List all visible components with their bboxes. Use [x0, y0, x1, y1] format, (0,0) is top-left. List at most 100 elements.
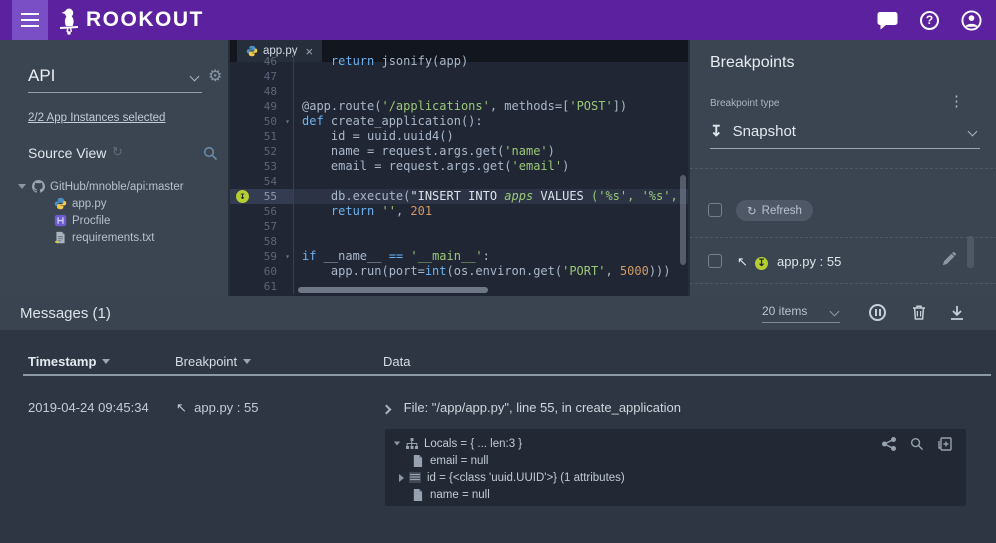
locals-var-label: name = null — [430, 489, 490, 501]
brand-name: ROOKOUT — [86, 8, 204, 32]
chat-icon[interactable] — [877, 11, 898, 30]
tree-file-app-py[interactable]: app.py — [0, 195, 230, 212]
gutter-cell[interactable]: 47 — [230, 69, 294, 84]
line-number[interactable]: 57 — [264, 220, 277, 233]
chevron-down-icon — [190, 72, 200, 82]
code-text: email = request.args.get('email') — [294, 159, 569, 174]
locals-root-row[interactable]: Locals = { ... len:3 } — [385, 435, 966, 452]
messages-table: Timestamp Breakpoint Data 2019-04-24 09:… — [0, 330, 996, 543]
vertical-scrollbar[interactable] — [680, 175, 686, 265]
horizontal-scrollbar[interactable] — [298, 287, 488, 293]
items-per-page-dropdown[interactable]: 20 items — [762, 304, 840, 323]
refresh-icon[interactable]: ↻ — [112, 144, 123, 160]
line-number[interactable]: 50 — [264, 115, 277, 128]
code-editor: app.py × 46 return jsonify(app)474849@ap… — [230, 40, 688, 296]
code-lines: 46 return jsonify(app)474849@app.route('… — [230, 54, 688, 296]
line-number[interactable]: 51 — [264, 130, 277, 143]
trash-icon[interactable] — [911, 304, 927, 321]
line-number[interactable]: 54 — [264, 175, 277, 188]
line-number[interactable]: 61 — [264, 280, 277, 293]
user-account-icon[interactable] — [961, 10, 982, 31]
gutter-cell[interactable]: 58 — [230, 234, 294, 249]
fold-caret-icon[interactable]: ▾ — [285, 114, 290, 129]
chevron-right-icon[interactable] — [399, 474, 404, 482]
line-number[interactable]: 49 — [264, 100, 277, 113]
gutter-cell[interactable]: 48 — [230, 84, 294, 99]
select-all-checkbox[interactable] — [708, 203, 722, 217]
gutter-cell[interactable]: 57 — [230, 219, 294, 234]
gutter-cell[interactable]: 46 — [230, 54, 294, 69]
tree-file-requirements[interactable]: requirements.txt — [0, 229, 230, 246]
breakpoint-checkbox[interactable] — [708, 254, 722, 268]
gutter-cell[interactable]: 49 — [230, 99, 294, 114]
line-number[interactable]: 48 — [264, 85, 277, 98]
top-bar: ROOKOUT ? — [0, 0, 996, 40]
gutter-cell[interactable]: 50 ▾ — [230, 114, 294, 129]
column-header-breakpoint[interactable]: Breakpoint — [175, 354, 251, 369]
line-number[interactable]: 53 — [264, 160, 277, 173]
app-select-dropdown[interactable]: API — [28, 66, 202, 93]
gutter-cell[interactable]: 51 — [230, 129, 294, 144]
panel-scrollbar[interactable] — [967, 236, 974, 268]
python-file-icon — [54, 197, 67, 210]
code-text — [294, 174, 302, 189]
fold-caret-icon[interactable]: ▾ — [285, 249, 290, 264]
breakpoint-type-dropdown[interactable]: ↧ Snapshot — [710, 122, 980, 149]
line-number[interactable]: 47 — [264, 70, 277, 83]
edit-pencil-icon[interactable] — [941, 252, 956, 267]
pause-icon[interactable] — [869, 304, 886, 321]
gutter-cell[interactable]: 60 — [230, 264, 294, 279]
gutter-cell[interactable]: 54 — [230, 174, 294, 189]
breakpoint-type-label: Breakpoint type — [710, 98, 780, 109]
gutter-cell[interactable]: 53 — [230, 159, 294, 174]
line-number[interactable]: 60 — [264, 265, 277, 278]
code-line: 46 return jsonify(app) — [230, 54, 688, 69]
chevron-right-icon[interactable] — [382, 405, 392, 415]
github-icon — [32, 180, 45, 193]
locals-var-row[interactable]: email = null — [385, 452, 966, 469]
tree-node-repo[interactable]: GitHub/mnoble/api:master — [0, 178, 230, 195]
gutter-cell[interactable]: 56 — [230, 204, 294, 219]
breakpoint-entry[interactable]: app.py : 55 — [777, 254, 841, 269]
chevron-down-icon[interactable] — [394, 442, 400, 446]
file-label: Procfile — [72, 215, 110, 227]
rookout-logo: ROOKOUT — [58, 0, 204, 40]
gutter-cell[interactable]: 59 ▾ — [230, 249, 294, 264]
tree-file-procfile[interactable]: Procfile — [0, 212, 230, 229]
line-number[interactable]: 59 — [264, 250, 277, 263]
hamburger-menu-button[interactable] — [12, 0, 48, 40]
refresh-icon: ↻ — [747, 204, 757, 218]
line-number[interactable]: 52 — [264, 145, 277, 158]
snapshot-breakpoint-icon[interactable]: ↧ — [236, 190, 249, 203]
breakpoint-hit-arrow-icon: ↖ ↧ — [737, 254, 768, 270]
gutter-cell[interactable]: ↧ 55 — [230, 189, 294, 204]
app-instances-link[interactable]: 2/2 App Instances selected — [28, 112, 165, 124]
refresh-button[interactable]: ↻ Refresh — [736, 200, 813, 221]
search-icon[interactable] — [910, 437, 924, 451]
column-header-timestamp[interactable]: Timestamp — [28, 354, 110, 369]
gutter-cell[interactable]: 52 — [230, 144, 294, 159]
breakpoints-panel: Breakpoints ⋮ Breakpoint type ↧ Snapshot… — [688, 40, 996, 296]
download-icon[interactable] — [949, 304, 965, 321]
rookout-app-window: ROOKOUT ? API ⚙ 2/2 App Instan — [0, 0, 996, 543]
help-icon[interactable]: ? — [920, 11, 939, 30]
locals-root-label: Locals = { ... len:3 } — [424, 438, 522, 450]
line-number[interactable]: 55 — [264, 190, 277, 203]
locals-var-row[interactable]: name = null — [385, 486, 966, 503]
breakpoints-title: Breakpoints — [710, 54, 795, 72]
tree-structure-icon — [406, 438, 418, 450]
share-icon[interactable] — [882, 437, 896, 451]
line-number[interactable]: 58 — [264, 235, 277, 248]
open-copy-icon[interactable] — [938, 437, 952, 451]
gutter-cell[interactable]: 61 — [230, 279, 294, 294]
code-line: 57 — [230, 219, 688, 234]
search-icon[interactable] — [203, 146, 218, 161]
column-label: Data — [383, 354, 410, 369]
kebab-menu-icon[interactable]: ⋮ — [949, 92, 964, 110]
snapshot-breakpoint-icon: ↧ — [755, 257, 768, 270]
line-number[interactable]: 46 — [264, 55, 277, 68]
chevron-down-icon[interactable] — [18, 184, 26, 189]
locals-var-row[interactable]: id = {<class 'uuid.UUID'>} (1 attributes… — [385, 469, 966, 486]
line-number[interactable]: 56 — [264, 205, 277, 218]
gear-icon[interactable]: ⚙ — [208, 66, 222, 86]
